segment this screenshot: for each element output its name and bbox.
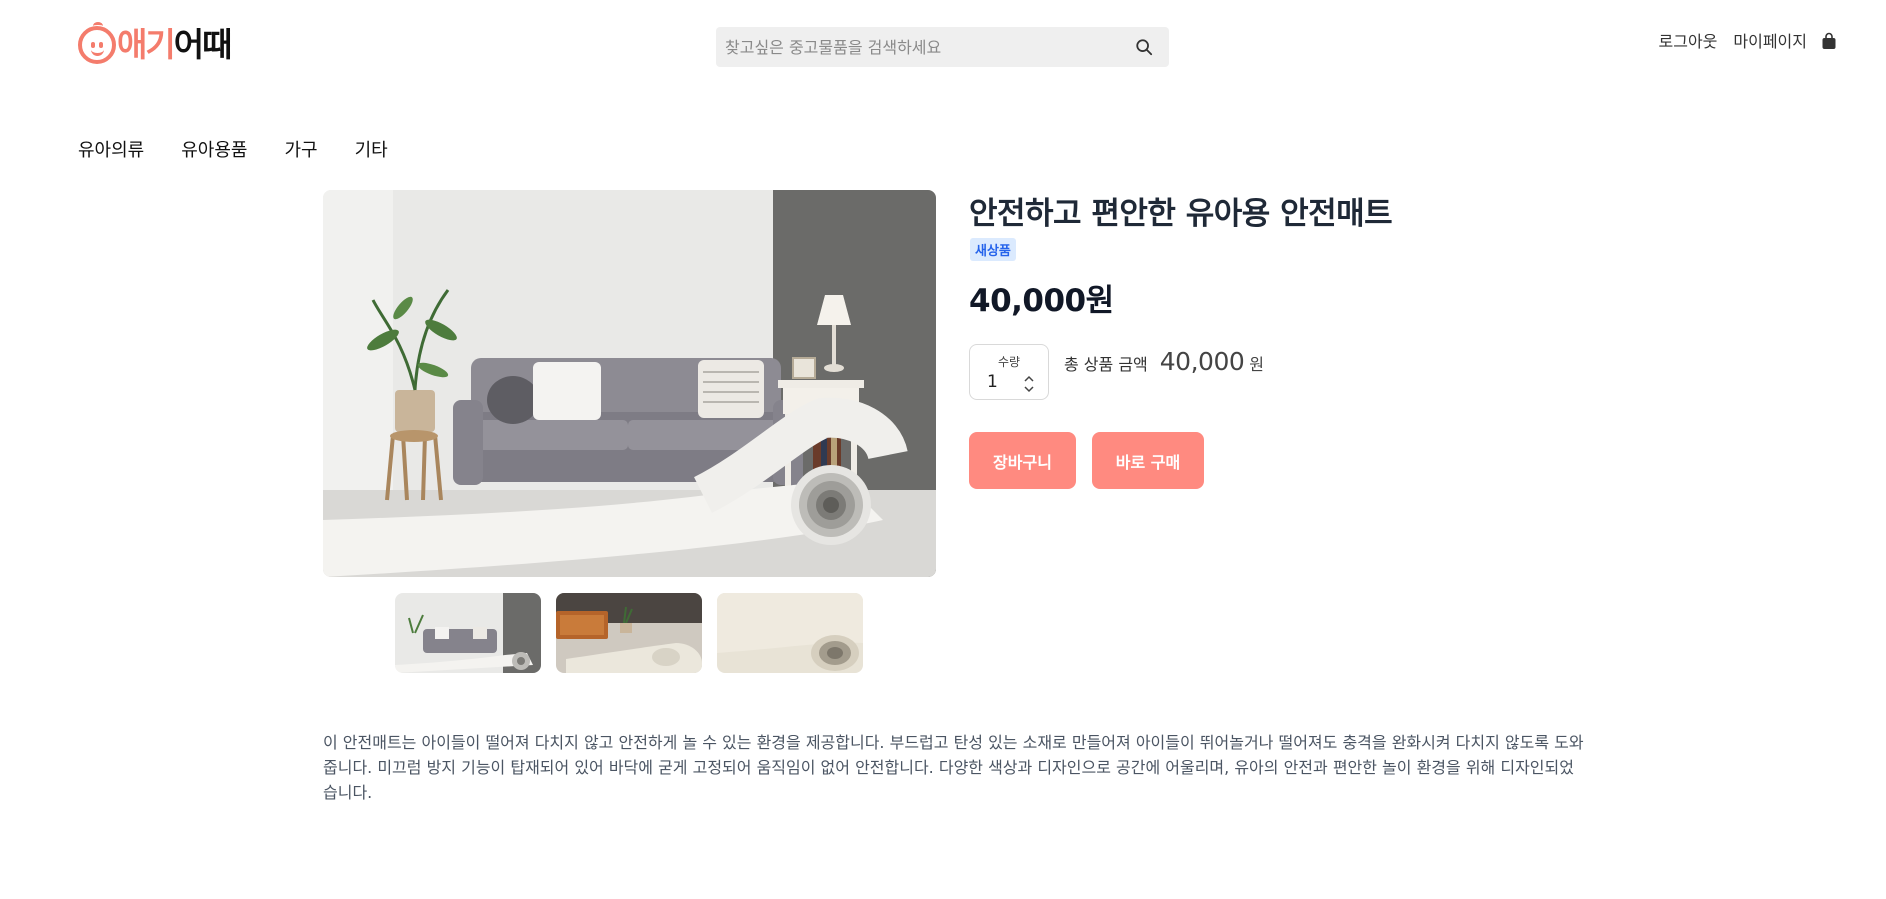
category-nav: 유아의류 유아용품 가구 기타 (78, 136, 425, 162)
quantity-value[interactable]: 1 (987, 372, 998, 392)
search-bar (716, 27, 1169, 67)
shopping-bag-icon[interactable] (1821, 32, 1837, 50)
logo-text-part2: 어때 (173, 25, 233, 64)
product-title: 안전하고 편안한 유아용 안전매트 (969, 196, 1393, 232)
thumbnail-list (395, 593, 878, 673)
product-price: 40,000원 (969, 283, 1114, 319)
total-price: 총 상품 금액 40,000 원 (1064, 347, 1264, 376)
condition-badge: 새상품 (970, 238, 1016, 261)
mypage-link[interactable]: 마이페이지 (1733, 28, 1807, 52)
search-icon[interactable] (1135, 38, 1153, 56)
quantity-stepper[interactable]: 수량 1 (969, 344, 1049, 400)
thumbnail-living-room[interactable] (395, 593, 541, 673)
add-to-cart-button[interactable]: 장바구니 (969, 432, 1076, 489)
category-furniture[interactable]: 가구 (285, 136, 318, 162)
logo-text-part1: 애기 (117, 25, 176, 64)
total-unit: 원 (1249, 355, 1264, 374)
logo[interactable]: 애기어때 (78, 22, 233, 66)
buy-now-button[interactable]: 바로 구매 (1092, 432, 1204, 489)
logo-text: 애기어때 (117, 24, 233, 66)
category-baby-clothing[interactable]: 유아의류 (78, 136, 144, 162)
quantity-label: 수량 (997, 355, 1021, 369)
product-main-image (323, 190, 936, 577)
thumbnail-wood-room[interactable] (556, 593, 702, 673)
search-input[interactable] (716, 27, 1116, 67)
category-etc[interactable]: 기타 (355, 136, 388, 162)
product-description: 이 안전매트는 아이들이 떨어져 다치지 않고 안전하게 놀 수 있는 환경을 … (323, 733, 1584, 802)
total-label: 총 상품 금액 (1064, 355, 1148, 374)
spinner-arrows-icon[interactable] (1024, 375, 1034, 393)
logout-link[interactable]: 로그아웃 (1659, 28, 1718, 52)
baby-face-icon (78, 22, 116, 64)
thumbnail-mat-closeup[interactable] (717, 593, 863, 673)
category-baby-goods[interactable]: 유아용품 (181, 136, 247, 162)
total-amount: 40,000 (1159, 347, 1245, 376)
top-links: 로그아웃 마이페이지 (1643, 28, 1838, 52)
